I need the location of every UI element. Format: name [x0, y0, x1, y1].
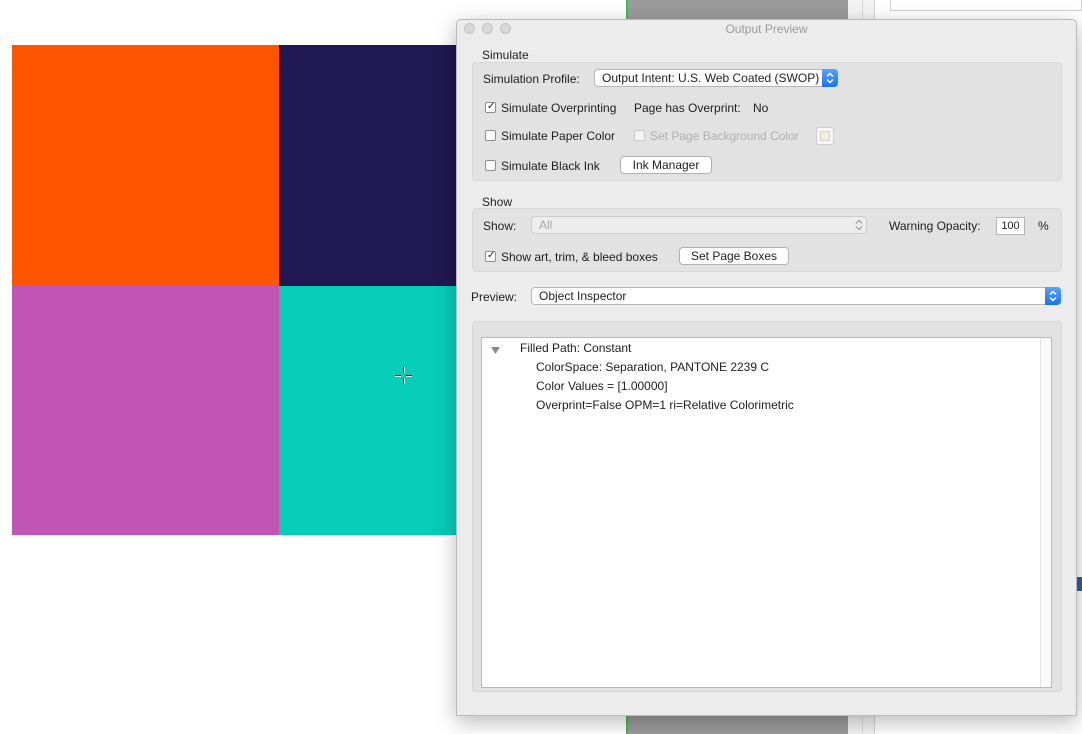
- tree-child-item[interactable]: ColorSpace: Separation, PANTONE 2239 C: [536, 360, 769, 374]
- simulate-black-ink-label[interactable]: Simulate Black Ink: [501, 159, 600, 173]
- set-page-background-label: Set Page Background Color: [650, 129, 799, 143]
- color-swatch-orange[interactable]: [12, 45, 279, 286]
- simulate-overprinting-checkbox[interactable]: ✓: [485, 101, 496, 113]
- page-has-overprint-value: No: [753, 101, 769, 115]
- preview-select[interactable]: Object Inspector: [531, 287, 1061, 305]
- show-select[interactable]: All: [531, 216, 867, 234]
- simulation-profile-value: Output Intent: U.S. Web Coated (SWOP) v2: [602, 71, 836, 85]
- simulate-paper-color-checkbox[interactable]: [485, 130, 496, 141]
- background-field: [890, 0, 1082, 11]
- show-select-value: All: [539, 218, 553, 232]
- object-inspector-tree[interactable]: Filled Path: Constant ColorSpace: Separa…: [481, 337, 1052, 688]
- simulate-black-ink-checkbox[interactable]: [485, 160, 496, 171]
- crosshair-icon: [395, 367, 412, 384]
- simulation-profile-select[interactable]: Output Intent: U.S. Web Coated (SWOP) v2: [594, 69, 838, 87]
- background-color-well[interactable]: [816, 127, 834, 145]
- percent-label: %: [1038, 219, 1049, 233]
- simulation-profile-label: Simulation Profile:: [483, 72, 580, 86]
- simulate-paper-color-label[interactable]: Simulate Paper Color: [501, 129, 615, 143]
- tree-child-item[interactable]: Overprint=False OPM=1 ri=Relative Colori…: [536, 398, 794, 412]
- ink-manager-button[interactable]: Ink Manager: [620, 156, 712, 174]
- inspector-scrollbar[interactable]: [1040, 338, 1051, 687]
- checkmark-icon: ✓: [487, 250, 496, 261]
- color-swatch-purple[interactable]: [12, 286, 279, 535]
- show-label: Show:: [483, 219, 517, 233]
- chevron-updown-icon: [822, 69, 838, 87]
- simulate-overprinting-label[interactable]: Simulate Overprinting: [501, 101, 616, 115]
- simulate-section-title: Simulate: [482, 48, 529, 62]
- show-section-title: Show: [482, 195, 513, 209]
- warning-opacity-label: Warning Opacity:: [889, 219, 981, 233]
- preview-label: Preview:: [471, 290, 518, 304]
- disclosure-triangle-icon[interactable]: [491, 347, 500, 355]
- show-boxes-label[interactable]: Show art, trim, & bleed boxes: [501, 250, 658, 264]
- tree-root-item[interactable]: Filled Path: Constant: [520, 341, 631, 355]
- title-bar[interactable]: Output Preview: [457, 20, 1076, 38]
- set-page-background-checkbox[interactable]: [634, 130, 645, 141]
- color-swatch-navy[interactable]: [279, 45, 459, 286]
- color-swatch-teal[interactable]: [279, 286, 459, 535]
- set-page-boxes-button[interactable]: Set Page Boxes: [679, 247, 789, 265]
- checkmark-icon: ✓: [487, 101, 496, 112]
- tree-child-item[interactable]: Color Values = [1.00000]: [536, 379, 668, 393]
- show-boxes-checkbox[interactable]: ✓: [485, 250, 496, 262]
- color-well-swatch: [820, 131, 830, 141]
- warning-opacity-input[interactable]: 100: [996, 217, 1025, 235]
- chevron-updown-icon: [1045, 287, 1061, 305]
- window-title: Output Preview: [725, 22, 808, 36]
- page-has-overprint-label: Page has Overprint:: [634, 101, 741, 115]
- preview-select-value: Object Inspector: [539, 289, 627, 303]
- chevron-updown-icon: [855, 219, 863, 231]
